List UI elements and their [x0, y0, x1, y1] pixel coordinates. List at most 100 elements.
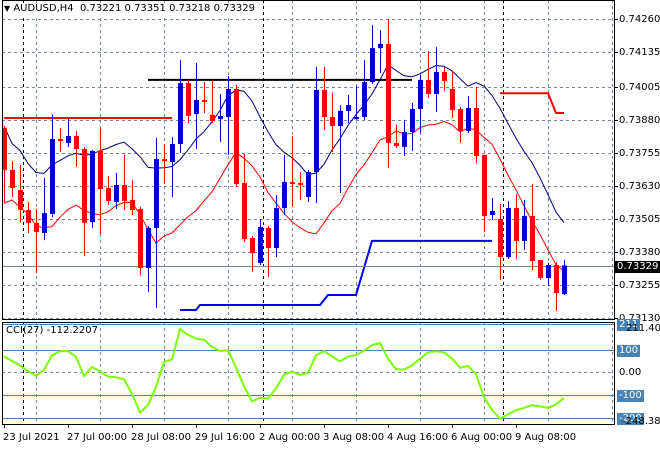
candle: [282, 154, 287, 215]
candle-body: [274, 208, 279, 249]
candle-body: [202, 100, 207, 103]
cci-zero-label: 0.00: [619, 366, 642, 378]
candle-body: [386, 43, 391, 143]
candle: [554, 262, 559, 312]
candle: [378, 30, 383, 74]
candle-body: [546, 265, 551, 279]
candle-body: [530, 216, 535, 262]
price-axis-label: 0.74135: [619, 46, 660, 58]
candle: [18, 164, 23, 223]
candle: [122, 154, 127, 210]
candle-body: [410, 109, 415, 133]
chart-header: ▼ AUDUSD,H4 0.73221 0.73351 0.73218 0.73…: [4, 3, 257, 15]
candle-body: [114, 185, 119, 202]
candle: [458, 106, 463, 143]
candle-body: [426, 79, 431, 94]
candle-body: [490, 211, 495, 215]
time-axis-label: 6 Aug 00:00: [451, 432, 513, 443]
candle-body: [26, 209, 31, 223]
candle: [410, 102, 415, 151]
candle: [522, 199, 527, 250]
candle-body: [82, 149, 87, 223]
candle: [530, 183, 535, 271]
candle: [258, 218, 263, 266]
candle-body: [538, 259, 543, 279]
candle: [394, 124, 399, 148]
symbol-label: AUDUSD,H4: [13, 3, 74, 14]
cci-level-label: -100: [617, 389, 644, 402]
candle-body: [138, 208, 143, 268]
candle-body: [402, 132, 407, 147]
price-axis-label: 0.73630: [619, 180, 660, 192]
candle: [546, 262, 551, 286]
candle: [562, 259, 567, 295]
price-axis-label: 0.73380: [619, 246, 660, 258]
candle-body: [506, 208, 511, 258]
candle: [402, 119, 407, 156]
candle: [74, 131, 79, 168]
candle: [538, 259, 543, 280]
candle: [34, 208, 39, 273]
price-chart[interactable]: [0, 0, 660, 450]
candle-body: [298, 182, 303, 186]
candle-body: [10, 169, 15, 188]
time-axis-label: 2 Aug 00:00: [259, 432, 321, 443]
candle: [290, 136, 295, 208]
candle-body: [42, 213, 47, 233]
candle: [362, 60, 367, 120]
price-axis-label: 0.74260: [619, 13, 660, 25]
cci-line: [3, 327, 565, 421]
candle-body: [474, 107, 479, 156]
candle: [162, 144, 167, 184]
candle: [82, 146, 87, 257]
candle: [370, 25, 375, 84]
candle: [338, 105, 343, 193]
candle: [10, 160, 15, 197]
candle-body: [186, 83, 191, 116]
candle-body: [498, 218, 503, 258]
candle-body: [370, 48, 375, 83]
candle-body: [354, 116, 359, 120]
candle-body: [74, 136, 79, 150]
candle-body: [322, 89, 327, 117]
candle: [42, 177, 47, 241]
candle: [274, 195, 279, 258]
cci-label: CCI(27) -112.2207: [6, 325, 98, 336]
candle-body: [242, 182, 247, 240]
candle-body: [194, 100, 199, 115]
candle: [506, 200, 511, 259]
candle: [186, 79, 191, 124]
candle: [482, 154, 487, 232]
candle: [154, 137, 159, 308]
level-line-red: [500, 92, 564, 114]
triangle-down-icon[interactable]: ▼: [4, 4, 10, 13]
candle: [114, 172, 119, 209]
candle: [434, 47, 439, 112]
candle: [474, 87, 479, 164]
time-axis-label: 29 Jul 16:00: [195, 432, 255, 443]
candle: [98, 128, 103, 235]
price-axis-label: 0.74005: [619, 81, 660, 93]
candle-body: [122, 185, 127, 201]
candle-body: [442, 71, 447, 81]
candle: [354, 86, 359, 120]
candle-body: [450, 88, 455, 111]
candle: [58, 128, 63, 152]
candle-body: [418, 79, 423, 110]
cci-max-label: 211.4057: [626, 323, 660, 334]
candle-body: [466, 107, 471, 132]
candle: [418, 74, 423, 133]
candle-body: [162, 159, 167, 162]
cci-min-label: -248.381: [622, 416, 660, 427]
candle: [346, 95, 351, 124]
candle-body: [562, 265, 567, 295]
candle-body: [218, 115, 223, 120]
candle: [234, 84, 239, 187]
current-price-tag: 0.73329: [615, 260, 660, 273]
candle: [386, 19, 391, 169]
ohlc-readout: 0.73221 0.73351 0.73218 0.73329: [80, 3, 255, 14]
candle: [242, 154, 247, 242]
candle-body: [58, 138, 63, 142]
candle-body: [482, 154, 487, 217]
candle-body: [106, 187, 111, 201]
